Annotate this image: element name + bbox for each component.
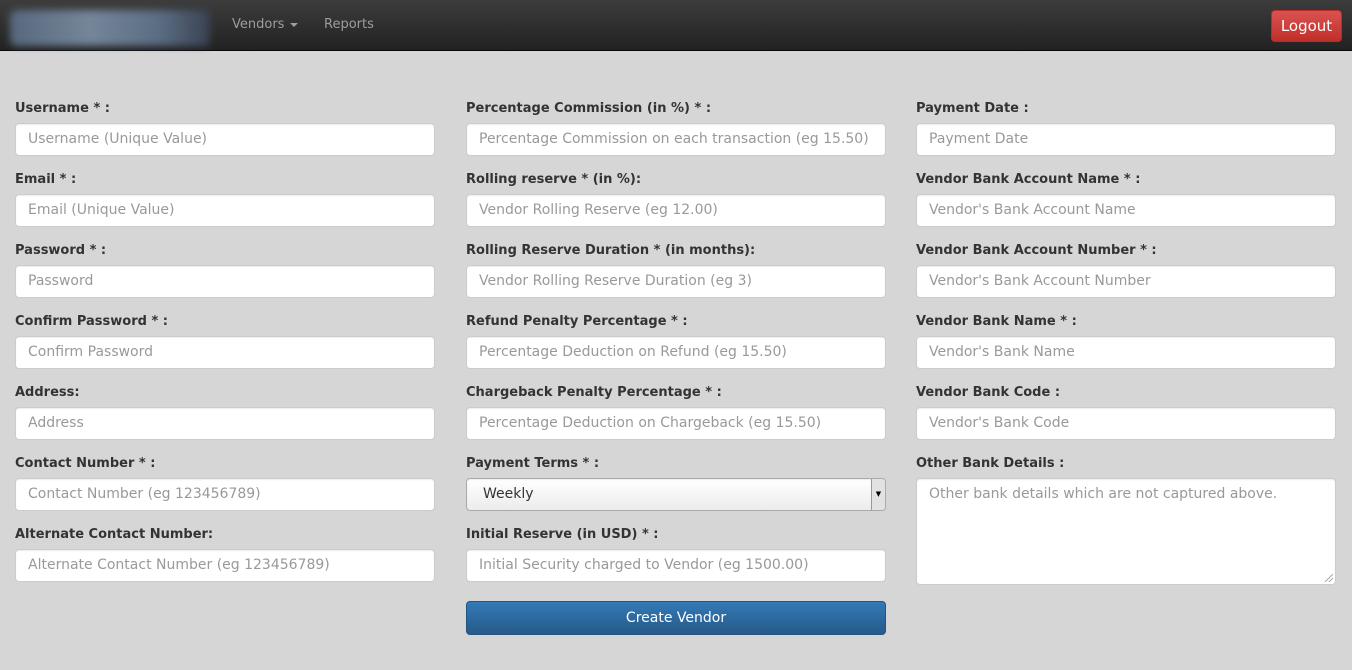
alternate-contact-input[interactable]: Alternate Contact Number (eg 123456789) [15, 549, 435, 582]
caret-down-icon [290, 22, 299, 27]
confirm-password-input[interactable]: Confirm Password [15, 336, 435, 369]
refund-penalty-input[interactable]: Percentage Deduction on Refund (eg 15.50… [466, 336, 886, 369]
bank-account-name-input[interactable]: Vendor's Bank Account Name [916, 194, 1336, 227]
payment-terms-select[interactable]: Weekly ▼ [466, 478, 886, 511]
form-column-financial: Percentage Commission (in %) * : Percent… [466, 101, 886, 598]
password-group: Password * : Password [15, 243, 435, 314]
logout-button[interactable]: Logout [1271, 10, 1342, 42]
password-label: Password * : [15, 243, 107, 258]
refund-penalty-label: Refund Penalty Percentage * : [466, 314, 688, 329]
bank-name-label: Vendor Bank Name * : [916, 314, 1077, 329]
select-arrow-icon[interactable]: ▼ [871, 479, 885, 510]
chargeback-penalty-input[interactable]: Percentage Deduction on Chargeback (eg 1… [466, 407, 886, 440]
navbar: Vendors Reports Logout [0, 0, 1352, 51]
initial-reserve-label: Initial Reserve (in USD) * : [466, 527, 659, 542]
bank-account-name-label: Vendor Bank Account Name * : [916, 172, 1141, 187]
initial-reserve-input[interactable]: Initial Security charged to Vendor (eg 1… [466, 549, 886, 582]
rolling-reserve-group: Rolling reserve * (in %): Vendor Rolling… [466, 172, 886, 243]
alternate-contact-label: Alternate Contact Number: [15, 527, 214, 542]
address-input[interactable]: Address [15, 407, 435, 440]
email-label: Email * : [15, 172, 77, 187]
rolling-duration-group: Rolling Reserve Duration * (in months): … [466, 243, 886, 314]
email-group: Email * : Email (Unique Value) [15, 172, 435, 243]
other-details-label: Other Bank Details : [916, 456, 1065, 471]
contact-number-input[interactable]: Contact Number (eg 123456789) [15, 478, 435, 511]
form-column-account: Username * : Username (Unique Value) Ema… [15, 101, 435, 598]
form-column-bank: Payment Date : Payment Date Vendor Bank … [916, 101, 1336, 585]
nav-vendors-label: Vendors [232, 17, 285, 32]
create-vendor-button[interactable]: Create Vendor [466, 601, 886, 635]
payment-date-label: Payment Date : [916, 101, 1029, 116]
bank-code-label: Vendor Bank Code : [916, 385, 1061, 400]
bank-code-input[interactable]: Vendor's Bank Code [916, 407, 1336, 440]
bank-code-group: Vendor Bank Code : Vendor's Bank Code [916, 385, 1336, 456]
payment-terms-group: Payment Terms * : Weekly ▼ [466, 456, 886, 527]
username-group: Username * : Username (Unique Value) [15, 101, 435, 172]
address-group: Address: Address [15, 385, 435, 456]
resize-grip-icon[interactable] [1325, 574, 1333, 582]
commission-group: Percentage Commission (in %) * : Percent… [466, 101, 886, 172]
confirm-password-group: Confirm Password * : Confirm Password [15, 314, 435, 385]
rolling-reserve-label: Rolling reserve * (in %): [466, 172, 642, 187]
address-label: Address: [15, 385, 80, 400]
payment-terms-label: Payment Terms * : [466, 456, 600, 471]
other-details-group: Other Bank Details : Other bank details … [916, 456, 1336, 585]
nav-vendors-dropdown[interactable]: Vendors [232, 17, 299, 32]
chargeback-penalty-group: Chargeback Penalty Percentage * : Percen… [466, 385, 886, 456]
alternate-contact-group: Alternate Contact Number: Alternate Cont… [15, 527, 435, 598]
bank-account-number-input[interactable]: Vendor's Bank Account Number [916, 265, 1336, 298]
nav-reports-link[interactable]: Reports [324, 17, 374, 32]
email-input[interactable]: Email (Unique Value) [15, 194, 435, 227]
bank-account-name-group: Vendor Bank Account Name * : Vendor's Ba… [916, 172, 1336, 243]
payment-terms-value: Weekly [483, 486, 534, 502]
initial-reserve-group: Initial Reserve (in USD) * : Initial Sec… [466, 527, 886, 598]
commission-input[interactable]: Percentage Commission on each transactio… [466, 123, 886, 156]
bank-name-input[interactable]: Vendor's Bank Name [916, 336, 1336, 369]
rolling-reserve-input[interactable]: Vendor Rolling Reserve (eg 12.00) [466, 194, 886, 227]
bank-name-group: Vendor Bank Name * : Vendor's Bank Name [916, 314, 1336, 385]
chargeback-penalty-label: Chargeback Penalty Percentage * : [466, 385, 722, 400]
username-input[interactable]: Username (Unique Value) [15, 123, 435, 156]
username-label: Username * : [15, 101, 110, 116]
password-input[interactable]: Password [15, 265, 435, 298]
refund-penalty-group: Refund Penalty Percentage * : Percentage… [466, 314, 886, 385]
commission-label: Percentage Commission (in %) * : [466, 101, 712, 116]
rolling-duration-input[interactable]: Vendor Rolling Reserve Duration (eg 3) [466, 265, 886, 298]
contact-number-label: Contact Number * : [15, 456, 156, 471]
contact-number-group: Contact Number * : Contact Number (eg 12… [15, 456, 435, 527]
payment-date-group: Payment Date : Payment Date [916, 101, 1336, 172]
bank-account-number-group: Vendor Bank Account Number * : Vendor's … [916, 243, 1336, 314]
rolling-duration-label: Rolling Reserve Duration * (in months): [466, 243, 756, 258]
other-details-textarea[interactable]: Other bank details which are not capture… [916, 478, 1336, 585]
other-details-placeholder: Other bank details which are not capture… [929, 486, 1278, 502]
payment-date-input[interactable]: Payment Date [916, 123, 1336, 156]
confirm-password-label: Confirm Password * : [15, 314, 168, 329]
bank-account-number-label: Vendor Bank Account Number * : [916, 243, 1157, 258]
brand-logo[interactable] [10, 10, 210, 46]
